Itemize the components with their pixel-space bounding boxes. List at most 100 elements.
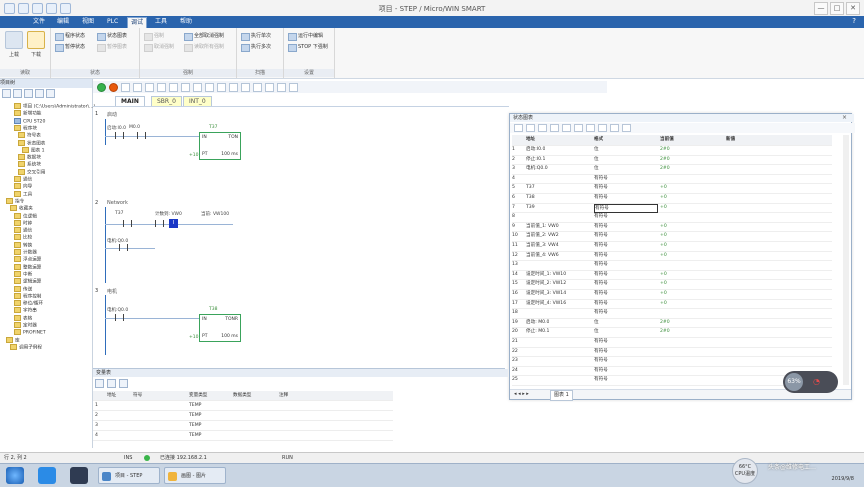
timer-box[interactable]: IN TONR PT 100 ms bbox=[199, 314, 241, 342]
column-header[interactable]: 新值 bbox=[726, 135, 735, 145]
tree-item[interactable]: 时钟 bbox=[14, 219, 32, 226]
ladder-editor[interactable]: 1 启动 启动:I0.0 M0.0 T37 IN TON PT 100 ms +… bbox=[93, 106, 509, 361]
run-icon[interactable] bbox=[97, 82, 106, 92]
tree-item[interactable]: 字符串 bbox=[14, 307, 37, 314]
insert-icon[interactable] bbox=[95, 379, 104, 388]
force-button[interactable]: 强制 bbox=[144, 32, 164, 41]
tree-item[interactable]: 通信 bbox=[14, 227, 32, 234]
tree-item[interactable]: 库 bbox=[6, 336, 20, 343]
delete-icon[interactable] bbox=[169, 82, 178, 92]
save-icon[interactable] bbox=[13, 89, 22, 98]
download-icon[interactable] bbox=[145, 82, 154, 92]
stop-icon[interactable] bbox=[109, 82, 118, 92]
compare-contact[interactable] bbox=[155, 220, 164, 227]
table-row[interactable]: 3 TEMP bbox=[93, 421, 393, 431]
no-contact[interactable] bbox=[115, 132, 124, 139]
tree-item[interactable]: 浮点运算 bbox=[14, 256, 41, 263]
read-all-forced-button[interactable]: 读取所有强制 bbox=[184, 43, 224, 52]
nav-arrows-icon[interactable]: ◂ ◂ ▸ ▸ bbox=[514, 390, 529, 399]
vertical-scrollbar[interactable] bbox=[843, 135, 849, 385]
line-icon[interactable] bbox=[253, 82, 262, 92]
insert-icon[interactable] bbox=[24, 89, 33, 98]
table-row[interactable]: 2 TEMP bbox=[93, 411, 393, 421]
unforce-icon[interactable] bbox=[610, 124, 619, 132]
tree-item[interactable]: 逻辑运算 bbox=[14, 278, 41, 285]
tree-item[interactable]: PROFINET bbox=[14, 329, 46, 336]
tab-view[interactable]: 视图 bbox=[79, 17, 97, 27]
taskbar-task[interactable]: 画图 - 图片 bbox=[164, 467, 226, 484]
multi-scan-button[interactable]: 执行多次 bbox=[241, 43, 271, 52]
tree-item[interactable]: 指令 bbox=[6, 197, 24, 204]
tab-help[interactable]: 帮助 bbox=[177, 17, 195, 27]
tree-item[interactable]: 移位/循环 bbox=[14, 300, 43, 307]
column-header[interactable]: 变量类型 bbox=[189, 391, 207, 400]
compile-icon[interactable] bbox=[121, 82, 130, 92]
symbol-icon[interactable] bbox=[265, 82, 274, 92]
coil-icon[interactable] bbox=[217, 82, 226, 92]
edit-in-run-button[interactable]: 运行中编辑 bbox=[288, 32, 323, 41]
tree-item[interactable]: 定时器 bbox=[14, 322, 37, 329]
tree-item[interactable]: 转换 bbox=[14, 241, 32, 248]
branch-icon[interactable] bbox=[241, 82, 250, 92]
tree-item[interactable]: 项目 (C:\Users\Administrator\...) bbox=[14, 103, 95, 110]
tree-item[interactable]: 程序块 bbox=[14, 124, 37, 131]
tab-edit[interactable]: 编辑 bbox=[54, 17, 72, 27]
column-header[interactable]: 地址 bbox=[526, 135, 535, 145]
column-header[interactable]: 注释 bbox=[279, 391, 288, 400]
program-status-icon[interactable] bbox=[181, 82, 190, 92]
table-row[interactable]: 4 TEMP bbox=[93, 431, 393, 441]
pencil-icon[interactable] bbox=[574, 124, 583, 132]
status-chart-button[interactable]: 状态图表 bbox=[97, 32, 127, 41]
status-chart-icon[interactable] bbox=[193, 82, 202, 92]
pause-icon[interactable] bbox=[562, 124, 571, 132]
help-icon[interactable]: ? bbox=[852, 17, 856, 25]
minimize-button[interactable]: — bbox=[814, 2, 828, 15]
pause-chart-button[interactable]: 暂停图表 bbox=[97, 43, 127, 52]
timer-box[interactable]: IN TON PT 100 ms bbox=[199, 132, 241, 160]
properties-icon[interactable] bbox=[46, 89, 55, 98]
tab-debug[interactable]: 调试 bbox=[127, 17, 148, 28]
pause-status-button[interactable]: 暂停状态 bbox=[55, 43, 85, 52]
insert-icon[interactable] bbox=[526, 124, 535, 132]
tab-chart-1[interactable]: 图表 1 bbox=[550, 390, 573, 401]
zoom-icon[interactable] bbox=[289, 82, 298, 92]
insert-icon[interactable] bbox=[157, 82, 166, 92]
close-button[interactable]: ✕ bbox=[846, 2, 860, 15]
tree-item[interactable]: 程序控制 bbox=[14, 292, 41, 299]
tree-item[interactable]: 图表 1 bbox=[22, 146, 45, 153]
media-icon[interactable] bbox=[70, 467, 88, 484]
open-icon[interactable] bbox=[2, 89, 11, 98]
column-header[interactable]: 地址 bbox=[107, 391, 116, 400]
column-header[interactable]: 格式 bbox=[594, 135, 603, 145]
tree-item[interactable]: 计数器 bbox=[14, 249, 37, 256]
stop-force-button[interactable]: STOP 下强制 bbox=[288, 43, 328, 52]
table-row[interactable]: 1 TEMP bbox=[93, 401, 393, 411]
box-icon[interactable] bbox=[229, 82, 238, 92]
selected-cell[interactable]: I bbox=[169, 219, 178, 228]
tree-item[interactable]: 比较 bbox=[14, 234, 32, 241]
tree-item[interactable]: 新增功能 bbox=[14, 110, 41, 117]
tab-plc[interactable]: PLC bbox=[104, 17, 121, 27]
tree-item[interactable]: 中断 bbox=[14, 270, 32, 277]
contact-icon[interactable] bbox=[205, 82, 214, 92]
unforce-all-button[interactable]: 全部取消强制 bbox=[184, 32, 224, 41]
single-scan-button[interactable]: 执行单次 bbox=[241, 32, 271, 41]
chart-status-icon[interactable] bbox=[550, 124, 559, 132]
add-icon[interactable] bbox=[514, 124, 523, 132]
tree-item[interactable]: 通信 bbox=[14, 176, 32, 183]
browser-icon[interactable] bbox=[38, 467, 56, 484]
tree-item[interactable]: CPU ST20 bbox=[14, 117, 45, 124]
refresh-icon[interactable] bbox=[119, 379, 128, 388]
tree-item[interactable]: 位逻辑 bbox=[14, 212, 37, 219]
tree-item[interactable]: 数据块 bbox=[18, 154, 41, 161]
start-icon[interactable] bbox=[6, 467, 24, 484]
column-header[interactable]: 数据类型 bbox=[233, 391, 251, 400]
tree-item[interactable]: 整数运算 bbox=[14, 263, 41, 270]
no-contact[interactable] bbox=[119, 244, 128, 251]
delete-icon[interactable] bbox=[538, 124, 547, 132]
tab-file[interactable]: 文件 bbox=[30, 17, 48, 27]
delete-icon[interactable] bbox=[35, 89, 44, 98]
format-icon[interactable] bbox=[622, 124, 631, 132]
tree-item[interactable]: 向导 bbox=[14, 183, 32, 190]
no-contact[interactable] bbox=[123, 220, 132, 227]
